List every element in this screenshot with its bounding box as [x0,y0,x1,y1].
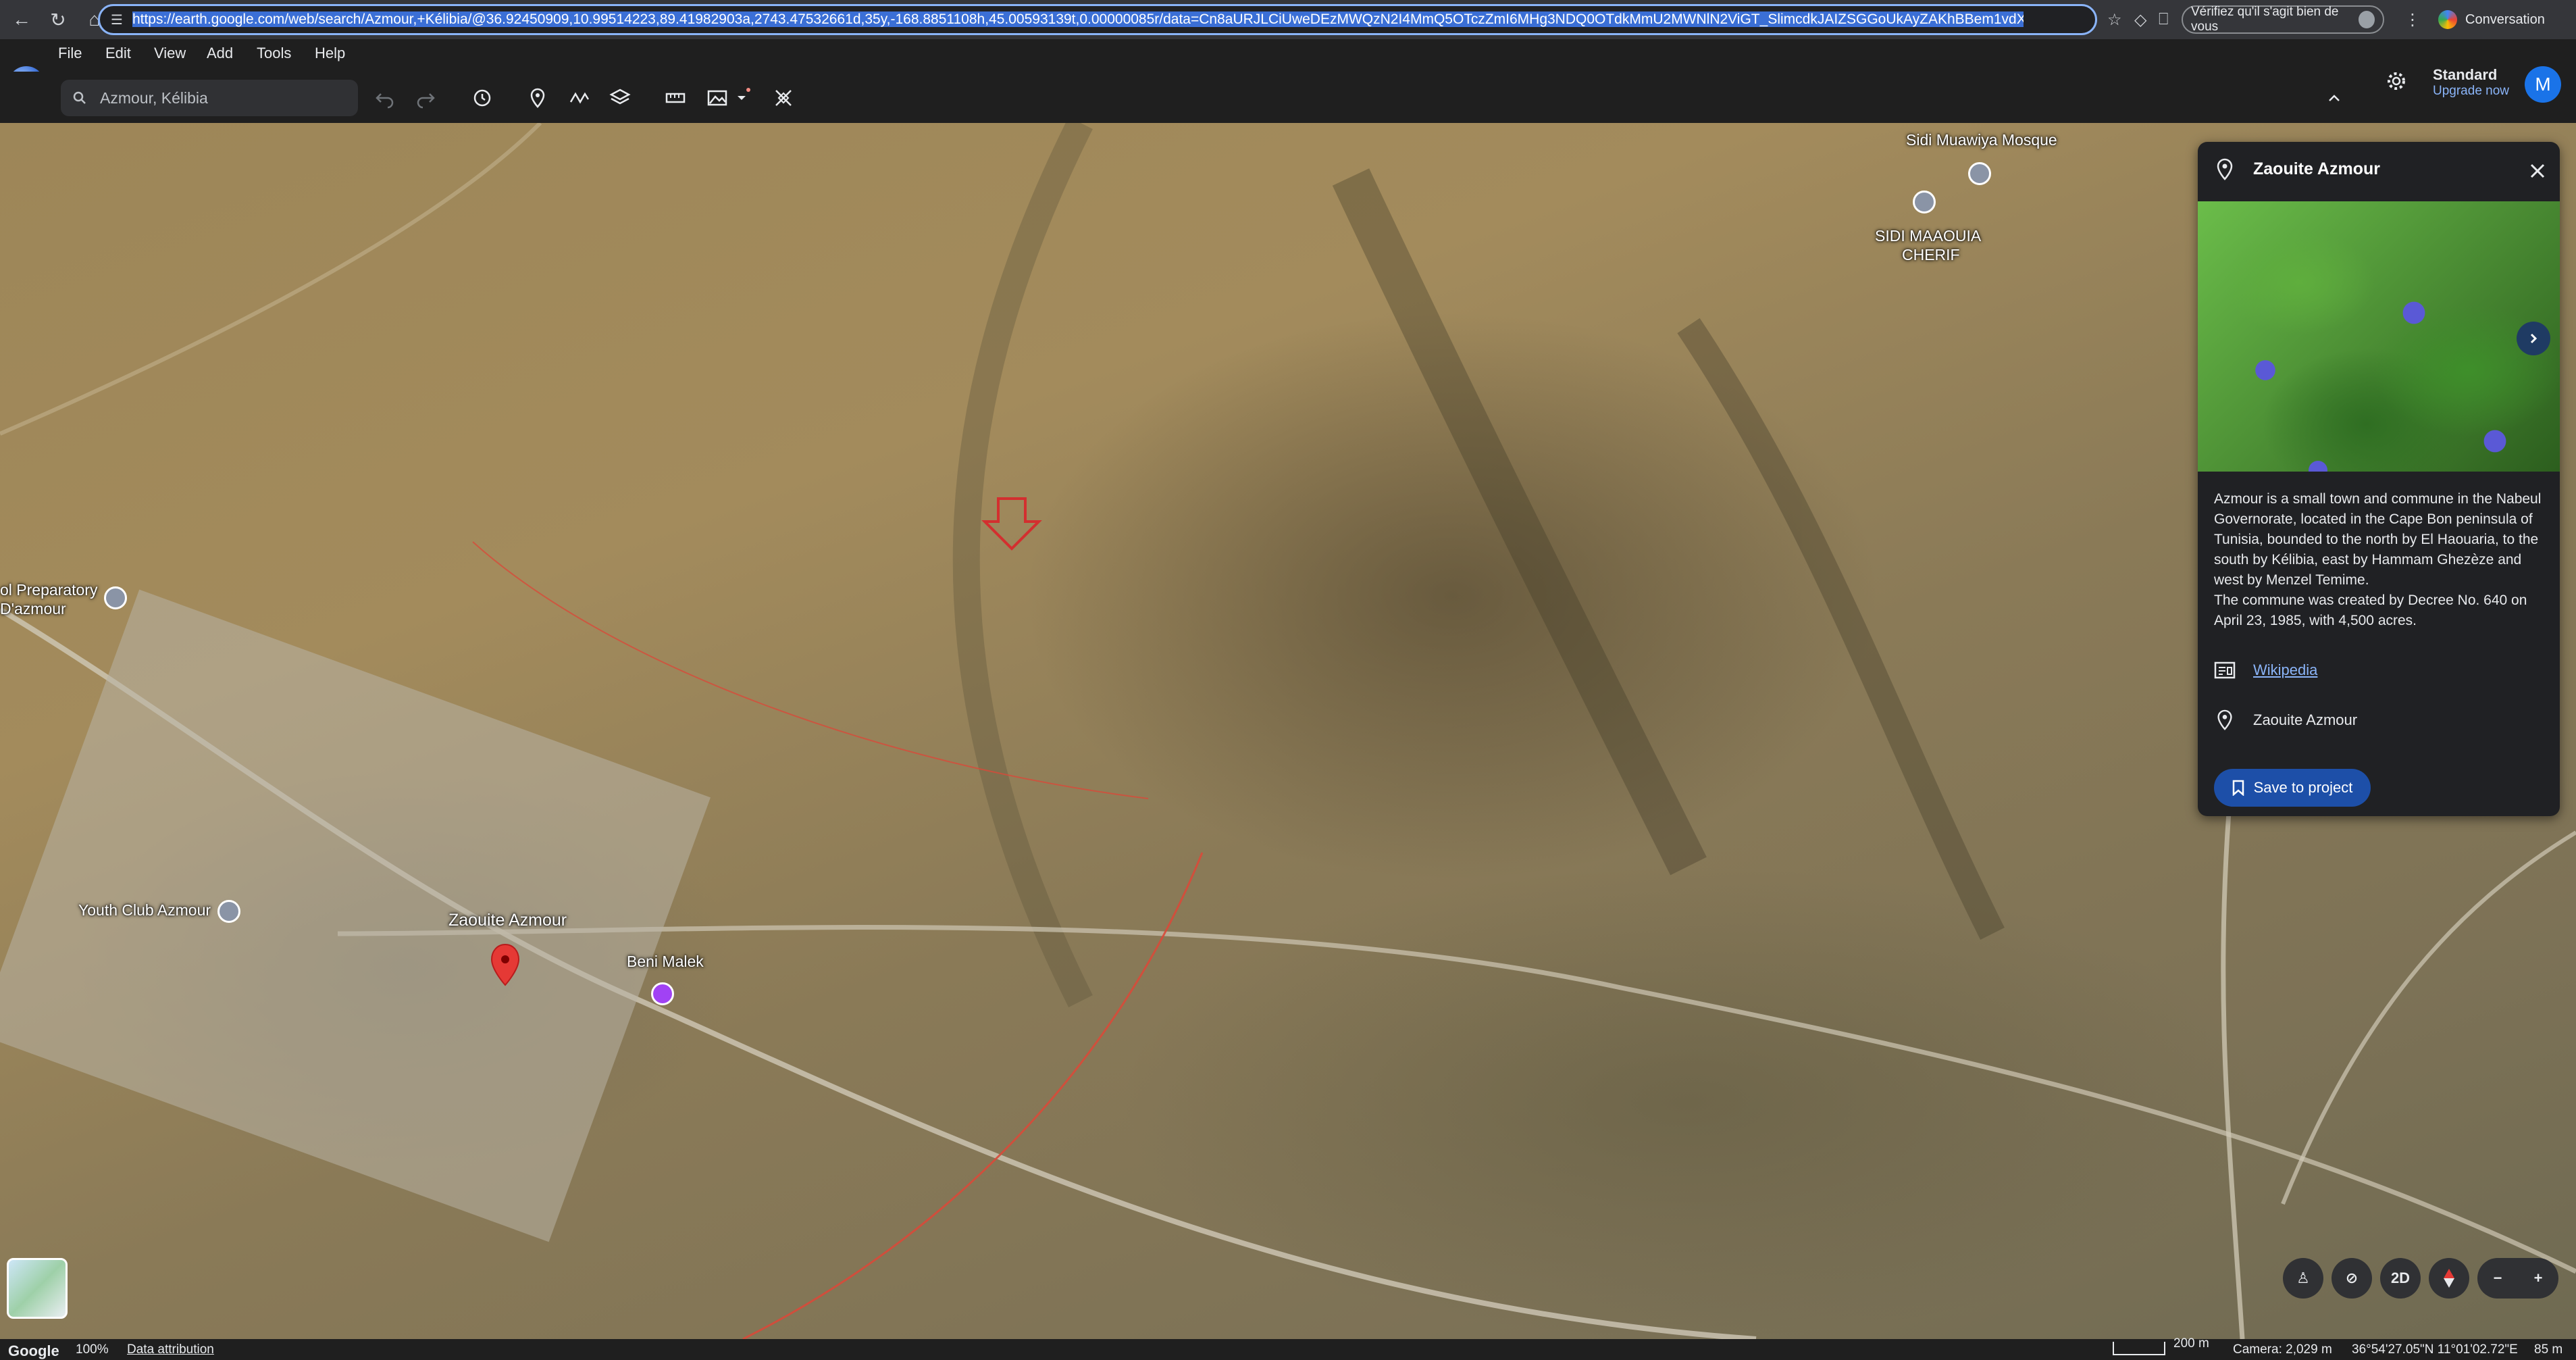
profile-verify-pill[interactable]: Vérifiez qu'il s'agit bien de vous [2182,5,2384,34]
mosque-icon-2[interactable] [1913,191,1936,213]
minimap-toggle[interactable] [7,1258,68,1319]
menu-edit[interactable]: Edit [105,45,131,62]
label-beni-malek[interactable]: Beni Malek [627,953,704,971]
profile-avatar [2358,11,2375,28]
view-2d-button[interactable]: 2D [2380,1258,2421,1299]
scale-label: 200 m [2173,1336,2209,1351]
label-sidi-maaouia[interactable]: SIDI MAAOUIA [1875,227,1981,245]
label-sidi-muawiya-mosque[interactable]: Sidi Muawiya Mosque [1906,131,2057,149]
tools-icon[interactable] [771,86,796,110]
label-cherif[interactable]: CHERIF [1902,246,1960,264]
secondary-road [337,925,2576,1274]
mosque-icon[interactable] [1968,162,1991,185]
site-info-icon[interactable]: ☰ [111,11,123,28]
zoom-in-button[interactable]: + [2518,1258,2558,1299]
place-pin-icon [2217,158,2233,180]
place-name: Zaouite Azmour [2253,711,2358,728]
google-logo: Google [8,1342,59,1359]
image-dropdown-chevron-icon[interactable] [729,86,754,110]
upgrade-link[interactable]: Upgrade now [2433,84,2509,99]
east-road [2221,811,2245,1339]
east-road-2 [2281,830,2576,1205]
menu-view[interactable]: View [154,45,186,62]
verify-label: Vérifiez qu'il s'agit bien de vous [2191,5,2339,34]
collapse-chevron-up-icon[interactable] [2322,86,2346,110]
menu-file[interactable]: File [58,45,82,62]
menu-tools[interactable]: Tools [257,45,291,62]
conversation-button[interactable]: Conversation [2438,5,2545,34]
menu-help[interactable]: Help [315,45,345,62]
layers-icon[interactable] [608,86,632,110]
place-info-panel: Zaouite Azmour Azmour is a small town an… [2198,142,2560,816]
label-youth-club[interactable]: Youth Club Azmour [78,901,211,920]
map-terrain-overlay [0,123,2576,1339]
path-icon[interactable] [567,86,592,110]
chevron-right-icon[interactable] [2517,322,2550,355]
close-icon[interactable] [2529,162,2546,180]
save-label: Save to project [2253,779,2353,796]
place-row: Zaouite Azmour [2214,709,2357,731]
more-menu-icon[interactable]: ⋮ [2404,5,2421,34]
undo-icon[interactable] [373,86,397,110]
search-icon [73,91,86,104]
menu-bar [0,39,2576,72]
panel-title: Zaouite Azmour [2253,159,2380,178]
status-bar: Google 100% Data attribution 200 m Camer… [0,1336,2576,1360]
location-pin-icon [2217,709,2232,730]
school-icon[interactable] [104,586,127,609]
extension-icon[interactable]: ◇ [2134,5,2146,34]
coordinates: 36°54'27.05"N 11°01'02.72"E [2352,1342,2518,1357]
arrow-down-icon [981,497,1042,551]
wikipedia-link[interactable]: Wikipedia [2253,661,2317,679]
map-view[interactable]: Sidi Muawiya Mosque SIDI MAAOUIA CHERIF … [0,123,2576,1339]
wikipedia-row[interactable]: Wikipedia [2214,661,2317,680]
club-icon[interactable] [217,900,240,923]
label-preparatory-azmour[interactable]: D'azmour [0,600,66,618]
pegman-icon[interactable]: ♙ [2283,1258,2323,1299]
conversation-label: Conversation [2465,11,2545,27]
elevation: 85 m [2534,1342,2563,1357]
address-text[interactable]: https://earth.google.com/web/search/Azmo… [132,11,2024,28]
label-zaouite-azmour[interactable]: Zaouite Azmour [448,911,567,930]
zoom-out-button[interactable]: − [2477,1258,2518,1299]
bookmark-icon [2232,780,2244,796]
history-icon[interactable] [470,86,494,110]
menu-add[interactable]: Add [207,45,233,62]
save-to-project-button[interactable]: Save to project [2214,769,2371,807]
zoom-level: 100% [76,1342,109,1357]
search-input[interactable] [99,88,344,108]
reload-icon[interactable]: ↻ [43,5,73,34]
description-paragraph-2: The commune was created by Decree No. 64… [2214,593,2527,628]
description-paragraph-1: Azmour is a small town and commune in th… [2214,491,2542,588]
place-photo[interactable] [2198,201,2560,472]
tab-search-icon[interactable]: ⎕ [2159,5,2168,34]
compass-icon[interactable] [2429,1258,2469,1299]
shopping-icon[interactable] [651,982,674,1005]
plan-label: Standard [2433,66,2498,83]
bookmark-star-icon[interactable]: ☆ [2107,5,2122,34]
ruler-icon[interactable] [663,86,688,110]
label-preparatory-school[interactable]: ol Preparatory [0,581,97,599]
back-icon[interactable]: ← [7,5,36,34]
tilt-toggle-icon[interactable]: ⊘ [2332,1258,2372,1299]
redo-icon[interactable] [413,86,438,110]
article-icon [2214,661,2236,679]
scale-bar [2113,1342,2165,1355]
data-attribution-link[interactable]: Data attribution [127,1342,214,1357]
placemark-icon[interactable] [525,86,550,110]
image-overlay-icon[interactable] [705,86,729,110]
gemini-icon [2438,10,2457,29]
settings-gear-icon[interactable] [2384,69,2408,93]
search-box[interactable] [61,80,358,116]
address-bar[interactable]: ☰ https://earth.google.com/web/search/Az… [98,4,2097,35]
user-avatar[interactable]: M [2525,66,2561,103]
camera-altitude: Camera: 2,029 m [2233,1342,2332,1357]
place-description: Azmour is a small town and commune in th… [2214,489,2546,631]
